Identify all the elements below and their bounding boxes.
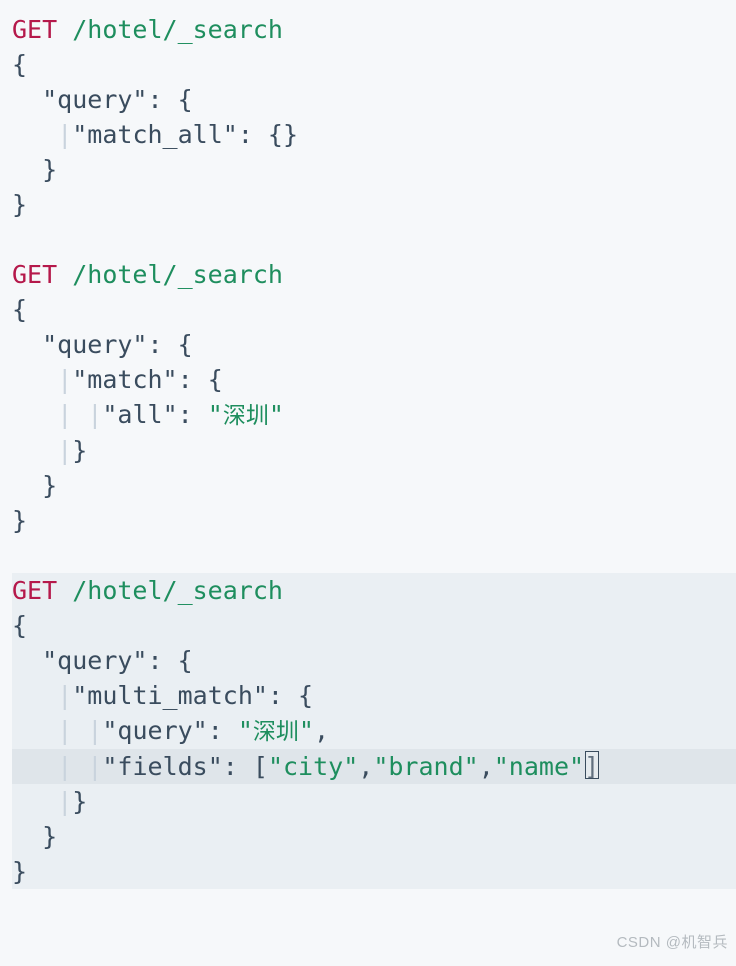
code-line: |"multi_match": { [12, 678, 736, 713]
code-line: "query": { [12, 82, 736, 117]
code-line: } [12, 152, 736, 187]
code-line: } [12, 503, 736, 538]
code-line: { [12, 608, 736, 643]
request-line: GET /hotel/_search [12, 12, 736, 47]
code-line: | |"query": "深圳", [12, 713, 736, 749]
code-line: { [12, 292, 736, 327]
code-line: | |"all": "深圳" [12, 397, 736, 433]
code-line: "query": { [12, 643, 736, 678]
code-line: "query": { [12, 327, 736, 362]
code-line: } [12, 468, 736, 503]
code-line: |"match": { [12, 362, 736, 397]
code-line: |} [12, 433, 736, 468]
watermark: CSDN @机智兵 [617, 925, 728, 960]
request-line: GET /hotel/_search [12, 573, 736, 608]
code-line: } [12, 819, 736, 854]
code-editor[interactable]: GET /hotel/_search{ "query": { |"match_a… [0, 0, 736, 901]
code-line: { [12, 47, 736, 82]
code-line: } [12, 854, 736, 889]
code-line: |} [12, 784, 736, 819]
code-line: | |"fields": ["city","brand","name"] [12, 749, 736, 784]
request-line: GET /hotel/_search [12, 257, 736, 292]
code-line: } [12, 187, 736, 222]
code-line: |"match_all": {} [12, 117, 736, 152]
